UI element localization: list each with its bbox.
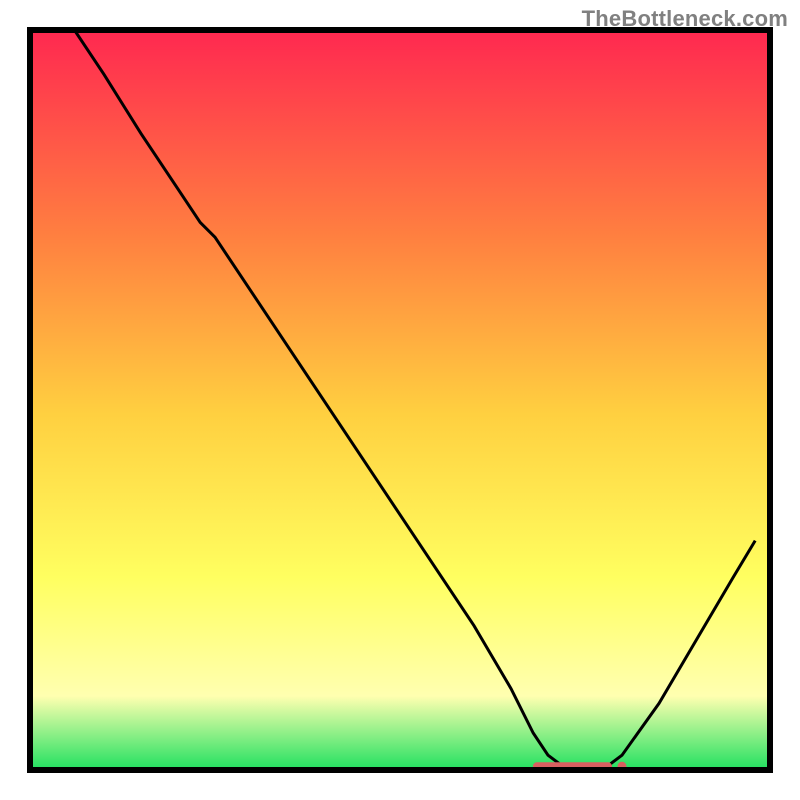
- bottleneck-chart: [0, 0, 800, 800]
- chart-canvas: TheBottleneck.com: [0, 0, 800, 800]
- gradient-background: [30, 30, 770, 770]
